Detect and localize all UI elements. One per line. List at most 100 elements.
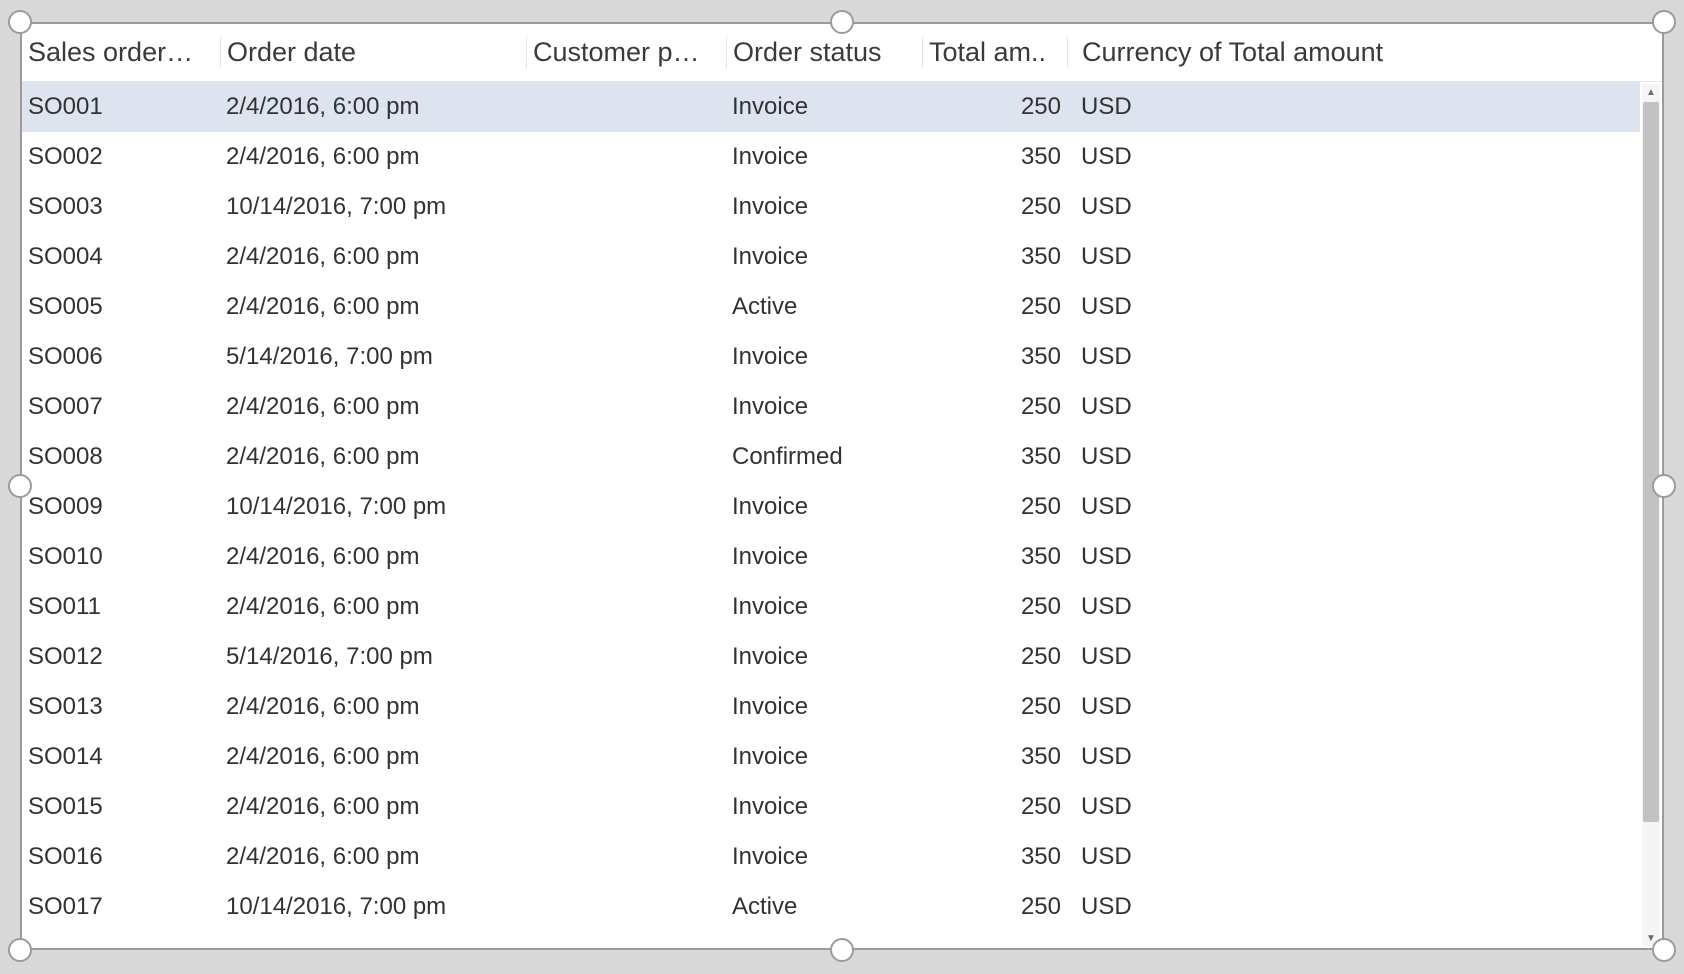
cell-currency: USD (1067, 893, 1617, 921)
cell-order-date: 5/14/2016, 7:00 pm (220, 643, 526, 671)
cell-order-date: 2/4/2016, 6:00 pm (220, 243, 526, 271)
table-row[interactable]: SO01710/14/2016, 7:00 pm Active250USD (22, 882, 1640, 932)
scroll-up-icon[interactable]: ▲ (1642, 84, 1660, 100)
cell-currency: USD (1067, 743, 1617, 771)
cell-sales-order: SO012 (22, 643, 220, 671)
cell-order-date: 2/4/2016, 6:00 pm (220, 593, 526, 621)
cell-sales-order: SO004 (22, 243, 220, 271)
cell-sales-order: SO002 (22, 143, 220, 171)
cell-order-status: Invoice (726, 743, 922, 771)
column-header-order-date[interactable]: Order date (220, 37, 526, 68)
cell-sales-order: SO003 (22, 193, 220, 221)
cell-currency: USD (1067, 293, 1617, 321)
cell-total-amount: 250 (922, 593, 1067, 621)
cell-total-amount: 250 (922, 893, 1067, 921)
cell-currency: USD (1067, 143, 1617, 171)
table-row[interactable]: SO0042/4/2016, 6:00 pmInvoice350USD (22, 232, 1640, 282)
cell-total-amount: 250 (922, 693, 1067, 721)
table-row[interactable]: SO00910/14/2016, 7:00 pmInvoice250USD (22, 482, 1640, 532)
column-header-currency[interactable]: Currency of Total amount (1067, 37, 1617, 68)
cell-order-status: Invoice (726, 693, 922, 721)
cell-order-status: Invoice (726, 643, 922, 671)
cell-total-amount: 250 (922, 93, 1067, 121)
cell-order-status: Invoice (726, 793, 922, 821)
cell-currency: USD (1067, 493, 1617, 521)
table-row[interactable]: SO0052/4/2016, 6:00 pm Active250USD (22, 282, 1640, 332)
cell-currency: USD (1067, 443, 1617, 471)
table-row[interactable]: SO0125/14/2016, 7:00 pm Invoice250USD (22, 632, 1640, 682)
resize-handle-bottom-left[interactable] (8, 938, 32, 962)
table-row[interactable]: SO0065/14/2016, 7:00 pm Invoice350USD (22, 332, 1640, 382)
column-header-order-status[interactable]: Order status (726, 37, 922, 68)
cell-sales-order: SO005 (22, 293, 220, 321)
resize-handle-top-left[interactable] (8, 10, 32, 34)
table-row[interactable]: SO0132/4/2016, 6:00 pmInvoice250USD (22, 682, 1640, 732)
cell-sales-order: SO001 (22, 93, 220, 121)
cell-sales-order: SO016 (22, 843, 220, 871)
cell-total-amount: 250 (922, 493, 1067, 521)
table-row[interactable]: SO0082/4/2016, 6:00 pmConfirmed350USD (22, 432, 1640, 482)
table-row[interactable]: SO0102/4/2016, 6:00 pmInvoice350USD (22, 532, 1640, 582)
cell-order-date: 2/4/2016, 6:00 pm (220, 293, 526, 321)
cell-order-date: 2/4/2016, 6:00 pm (220, 543, 526, 571)
resize-handle-bottom-right[interactable] (1652, 938, 1676, 962)
cell-currency: USD (1067, 643, 1617, 671)
table-row[interactable]: SO0022/4/2016, 6:00 pmInvoice350USD (22, 132, 1640, 182)
column-header-customer-p[interactable]: Customer p… (526, 37, 726, 68)
cell-order-status: Confirmed (726, 443, 922, 471)
cell-order-date: 10/14/2016, 7:00 pm (220, 493, 526, 521)
scroll-thumb[interactable] (1643, 102, 1659, 822)
cell-total-amount: 350 (922, 543, 1067, 571)
resize-handle-middle-right[interactable] (1652, 474, 1676, 498)
table-row[interactable]: SO0142/4/2016, 6:00 pmInvoice350USD (22, 732, 1640, 782)
cell-total-amount: 250 (922, 293, 1067, 321)
cell-total-amount: 350 (922, 743, 1067, 771)
resize-handle-bottom-center[interactable] (830, 938, 854, 962)
cell-order-date: 2/4/2016, 6:00 pm (220, 93, 526, 121)
resize-handle-top-right[interactable] (1652, 10, 1676, 34)
cell-currency: USD (1067, 243, 1617, 271)
cell-sales-order: SO006 (22, 343, 220, 371)
cell-total-amount: 350 (922, 143, 1067, 171)
cell-order-date: 2/4/2016, 6:00 pm (220, 743, 526, 771)
cell-order-date: 5/14/2016, 7:00 pm (220, 343, 526, 371)
table-visual-frame[interactable]: Sales order… Order date Customer p… Orde… (20, 22, 1664, 950)
cell-sales-order: SO007 (22, 393, 220, 421)
cell-order-date: 10/14/2016, 7:00 pm (220, 193, 526, 221)
column-header-sales-order[interactable]: Sales order… (22, 37, 220, 68)
table-row[interactable]: SO0012/4/2016, 6:00 pm Invoice250USD (22, 82, 1640, 132)
cell-sales-order: SO017 (22, 893, 220, 921)
cell-order-status: Invoice (726, 143, 922, 171)
cell-total-amount: 350 (922, 343, 1067, 371)
table-row[interactable]: SO0072/4/2016, 6:00 pmInvoice250USD (22, 382, 1640, 432)
vertical-scrollbar[interactable]: ▲ ▼ (1642, 84, 1660, 946)
column-header-total-amount[interactable]: Total am.. (922, 37, 1067, 68)
cell-total-amount: 350 (922, 243, 1067, 271)
cell-currency: USD (1067, 543, 1617, 571)
cell-sales-order: SO013 (22, 693, 220, 721)
resize-handle-top-center[interactable] (830, 10, 854, 34)
table-row[interactable]: SO0152/4/2016, 6:00 pmInvoice250USD (22, 782, 1640, 832)
cell-order-date: 2/4/2016, 6:00 pm (220, 693, 526, 721)
cell-order-date: 10/14/2016, 7:00 pm (220, 893, 526, 921)
cell-order-status: Invoice (726, 93, 922, 121)
cell-currency: USD (1067, 593, 1617, 621)
table-row[interactable]: SO0112/4/2016, 6:00 pmInvoice250USD (22, 582, 1640, 632)
resize-handle-middle-left[interactable] (8, 474, 32, 498)
cell-order-status: Active (726, 893, 922, 921)
cell-order-date: 2/4/2016, 6:00 pm (220, 393, 526, 421)
cell-order-status: Invoice (726, 843, 922, 871)
table-row[interactable]: SO0162/4/2016, 6:00 pmInvoice350USD (22, 832, 1640, 882)
cell-order-status: Invoice (726, 343, 922, 371)
cell-currency: USD (1067, 93, 1617, 121)
cell-order-date: 2/4/2016, 6:00 pm (220, 793, 526, 821)
table-row[interactable]: SO00310/14/2016, 7:00 pmInvoice250USD (22, 182, 1640, 232)
cell-total-amount: 350 (922, 443, 1067, 471)
cell-total-amount: 250 (922, 643, 1067, 671)
cell-currency: USD (1067, 343, 1617, 371)
cell-currency: USD (1067, 193, 1617, 221)
cell-order-status: Active (726, 293, 922, 321)
cell-total-amount: 350 (922, 843, 1067, 871)
cell-order-status: Invoice (726, 543, 922, 571)
cell-order-status: Invoice (726, 593, 922, 621)
